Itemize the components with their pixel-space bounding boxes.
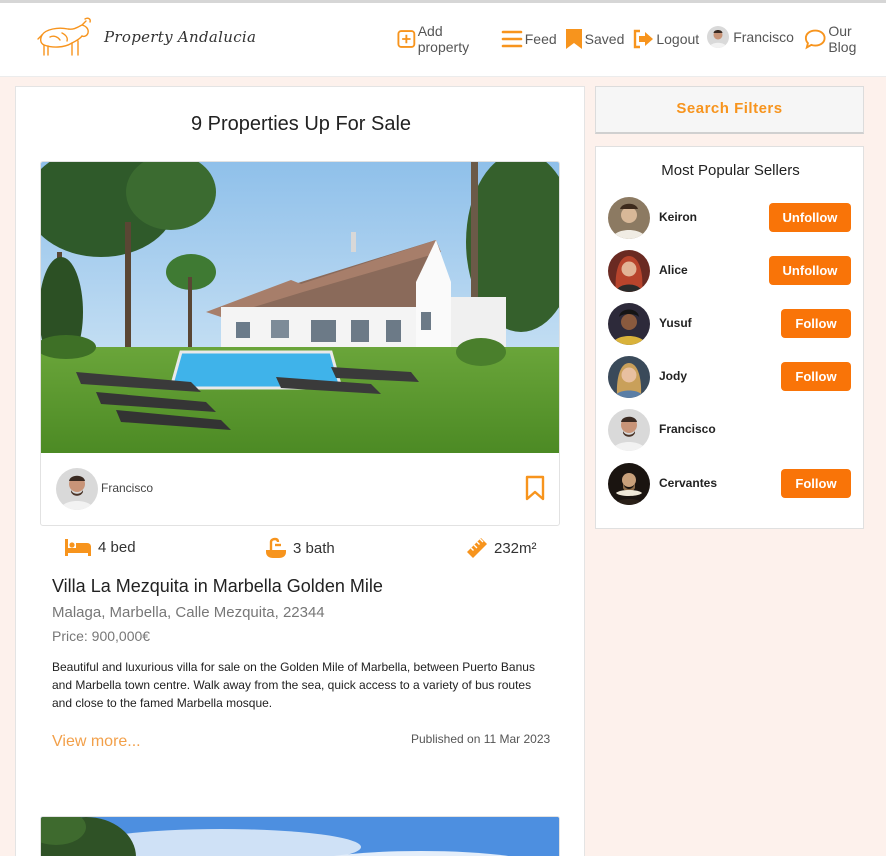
nav-saved-label: Saved (584, 31, 625, 47)
seller-avatar-keiron[interactable] (608, 197, 650, 239)
brand-name: Property Andalucia (104, 28, 257, 46)
seller-row-alice: Alice Unfollow (608, 250, 853, 292)
spec-area-label: 232m² (494, 539, 537, 557)
property-description: Beautiful and luxurious villa for sale o… (52, 660, 535, 710)
nav-logout-label: Logout (656, 31, 700, 47)
nav-add-property-label: Add property (417, 23, 470, 55)
main-nav: Add property Feed Saved Logout Francisco… (397, 23, 886, 55)
seller-name-jody[interactable]: Jody (659, 369, 687, 383)
seller-avatar-cervantes[interactable] (608, 463, 650, 505)
seller-avatar-francisco[interactable] (608, 409, 650, 451)
follow-button-yusuf[interactable]: Follow (781, 309, 851, 338)
user-avatar (707, 26, 730, 48)
nav-blog[interactable]: Our Blog (804, 23, 880, 55)
nav-feed[interactable]: Feed (501, 29, 557, 49)
follow-button-jody[interactable]: Follow (781, 362, 851, 391)
search-filters-button[interactable]: Search Filters (595, 86, 864, 134)
popular-sellers-title: Most Popular Sellers (661, 162, 800, 179)
page-title: 9 Properties Up For Sale (190, 113, 412, 135)
seller-name-cervantes[interactable]: Cervantes (659, 476, 717, 490)
property-price: Price: 900,000€ (52, 628, 151, 644)
seller-avatar-alice[interactable] (608, 250, 650, 292)
nav-add-property[interactable]: Add property (397, 23, 493, 55)
nav-logout[interactable]: Logout (632, 29, 699, 49)
published-date: Published on 11 Mar 2023 (411, 732, 551, 746)
add-box-icon (397, 30, 416, 48)
property-title[interactable]: Villa La Mezquita in Marbella Golden Mil… (52, 576, 383, 597)
chat-bubble-icon (804, 29, 826, 50)
spec-baths-label: 3 bath (293, 539, 335, 557)
seller-name[interactable]: Francisco (101, 481, 153, 495)
seller-name-keiron[interactable]: Keiron (659, 210, 697, 224)
property-photo[interactable] (41, 162, 559, 453)
property-specs: 4 bed 3 bath 232m² (64, 537, 544, 563)
nav-feed-label: Feed (524, 31, 557, 47)
listings-panel: 9 Properties Up For Sale Francisco 4 bed… (15, 86, 585, 856)
property-card-next[interactable] (40, 816, 560, 856)
nav-user-profile[interactable]: Francisco (707, 26, 794, 48)
logout-icon (634, 29, 654, 49)
feed-lines-icon (501, 30, 523, 48)
property-card-footer: Francisco (41, 453, 559, 525)
seller-name-yusuf[interactable]: Yusuf (659, 316, 692, 330)
unfollow-button-keiron[interactable]: Unfollow (769, 203, 851, 232)
popular-sellers-panel: Most Popular Sellers Keiron Unfollow Ali… (595, 146, 864, 529)
spec-area: 232m² (466, 537, 537, 559)
seller-name-francisco[interactable]: Francisco (659, 422, 716, 436)
seller-avatar-jody[interactable] (608, 356, 650, 398)
seller-row-francisco: Francisco (608, 409, 853, 451)
bull-logo-icon (37, 17, 91, 56)
bookmark-filled-icon (565, 29, 582, 49)
nav-blog-label: Our Blog (828, 23, 857, 55)
seller-row-cervantes: Cervantes Follow (608, 463, 853, 505)
site-logo[interactable]: Property Andalucia (36, 15, 256, 59)
unfollow-button-alice[interactable]: Unfollow (769, 256, 851, 285)
nav-saved[interactable]: Saved (565, 28, 625, 50)
seller-row-jody: Jody Follow (608, 356, 853, 398)
follow-button-cervantes[interactable]: Follow (781, 469, 851, 498)
bookmark-outline-icon[interactable] (525, 475, 545, 501)
nav-user-name: Francisco (733, 29, 794, 45)
seller-avatar[interactable] (56, 468, 98, 510)
seller-row-keiron: Keiron Unfollow (608, 197, 853, 239)
spec-baths: 3 bath (265, 537, 335, 559)
site-header: Property Andalucia Add property Feed Sav… (0, 3, 886, 77)
property-address: Malaga, Marbella, Calle Mezquita, 22344 (52, 604, 325, 621)
seller-avatar-yusuf[interactable] (608, 303, 650, 345)
view-more-link[interactable]: View more... (52, 733, 141, 751)
property-card[interactable]: Francisco (40, 161, 560, 526)
spec-beds-label: 4 bed (98, 538, 136, 556)
bath-tap-icon (266, 537, 286, 558)
bed-icon (65, 539, 91, 556)
spec-beds: 4 bed (64, 537, 136, 557)
seller-name-alice[interactable]: Alice (659, 263, 688, 277)
ruler-icon (467, 538, 487, 558)
seller-row-yusuf: Yusuf Follow (608, 303, 853, 345)
